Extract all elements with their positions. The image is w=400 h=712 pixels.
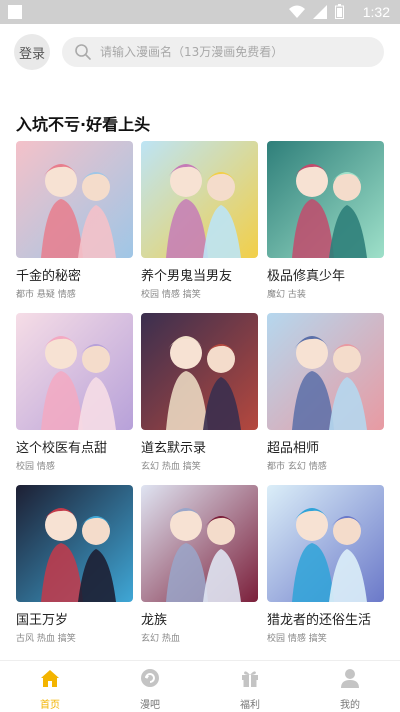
comic-card[interactable]: 养个男鬼当男友校园 情感 搞笑 xyxy=(141,141,258,300)
top-bar: 登录 xyxy=(0,24,400,80)
status-bar: 1:32 xyxy=(0,0,400,24)
comic-cover-image[interactable] xyxy=(141,141,258,258)
comic-title[interactable]: 养个男鬼当男友 xyxy=(141,265,258,284)
tab-label: 我的 xyxy=(340,700,360,711)
comic-title[interactable]: 道玄默示录 xyxy=(141,437,258,456)
comic-card[interactable]: 龙族 玄幻 热血 xyxy=(141,485,258,644)
comic-card[interactable]: 国王万岁古风 热血 搞笑 xyxy=(16,485,133,644)
clock: 1:32 xyxy=(362,4,390,20)
tab-user[interactable]: 我的 xyxy=(300,661,400,712)
comic-tags: 校园 情感 搞笑 xyxy=(267,634,327,644)
comic-title[interactable]: 国王万岁 xyxy=(16,609,133,628)
comic-tags: 都市 玄幻 情感 xyxy=(267,462,327,472)
comic-card[interactable]: 超品相师都市 玄幻 情感 xyxy=(267,313,384,472)
comic-tags: 玄幻 热血 搞笑 xyxy=(141,462,201,472)
comic-cover-image[interactable] xyxy=(16,313,133,430)
comic-title[interactable]: 龙族 xyxy=(141,609,258,628)
login-button[interactable]: 登录 xyxy=(14,34,50,70)
refresh-icon xyxy=(139,667,161,693)
comic-cover-image[interactable] xyxy=(16,485,133,602)
comic-card[interactable]: 这个校医有点甜校园 情感 xyxy=(16,313,133,472)
comic-cover-image[interactable] xyxy=(267,141,384,258)
comic-title[interactable]: 这个校医有点甜 xyxy=(16,437,133,456)
tab-home[interactable]: 首页 xyxy=(0,661,100,712)
section-title: 入坑不亏·好看上头 xyxy=(16,115,151,134)
comic-cover-image[interactable] xyxy=(141,313,258,430)
comic-title[interactable]: 猎龙者的还俗生活 xyxy=(267,609,384,628)
tab-label: 漫吧 xyxy=(140,700,160,711)
comic-title[interactable]: 极品修真少年 xyxy=(267,265,384,284)
comic-tags: 玄幻 热血 xyxy=(141,634,180,644)
wifi-icon xyxy=(289,5,305,18)
status-icons xyxy=(289,4,344,19)
comic-tags: 古风 热血 搞笑 xyxy=(16,634,76,644)
bottom-tab-bar: 首页 漫吧 福利 我的 xyxy=(0,660,400,712)
signal-icon xyxy=(313,4,327,19)
tab-label: 福利 xyxy=(240,700,260,711)
comic-cover-image[interactable] xyxy=(267,313,384,430)
comic-cover-image[interactable] xyxy=(16,141,133,258)
search-bar[interactable] xyxy=(62,37,384,67)
comic-tags: 校园 情感 xyxy=(16,462,55,472)
comic-card[interactable]: 千金的秘密都市 悬疑 情感 xyxy=(16,141,133,300)
comic-card[interactable]: 极品修真少年魔幻 古装 xyxy=(267,141,384,300)
comic-tags: 都市 悬疑 情感 xyxy=(16,290,76,300)
home-icon xyxy=(39,667,61,693)
user-icon xyxy=(339,667,361,693)
comic-cover-image[interactable] xyxy=(141,485,258,602)
tab-gift[interactable]: 福利 xyxy=(200,661,300,712)
comic-card[interactable]: 道玄默示录玄幻 热血 搞笑 xyxy=(141,313,258,472)
tab-refresh[interactable]: 漫吧 xyxy=(100,661,200,712)
notification-icon xyxy=(8,5,22,19)
comic-cover-image[interactable] xyxy=(267,485,384,602)
comic-tags: 校园 情感 搞笑 xyxy=(141,290,201,300)
gift-icon xyxy=(239,667,261,693)
tab-label: 首页 xyxy=(40,700,60,711)
search-icon xyxy=(75,44,91,60)
search-input[interactable] xyxy=(98,44,362,60)
comic-title[interactable]: 千金的秘密 xyxy=(16,265,133,284)
comic-tags: 魔幻 古装 xyxy=(267,290,306,300)
comic-title[interactable]: 超品相师 xyxy=(267,437,384,456)
battery-icon xyxy=(335,4,344,19)
comic-card[interactable]: 猎龙者的还俗生活校园 情感 搞笑 xyxy=(267,485,384,644)
